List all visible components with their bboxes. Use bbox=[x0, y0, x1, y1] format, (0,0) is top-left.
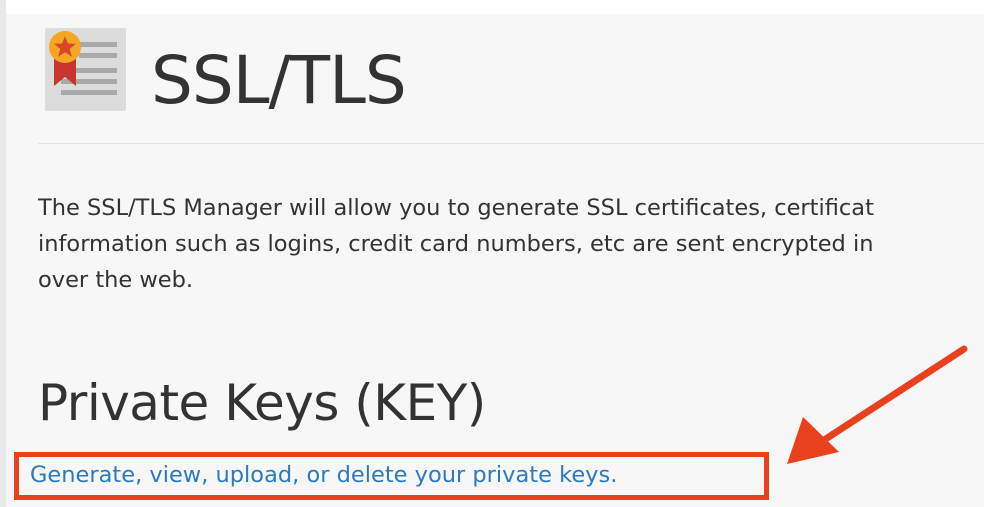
private-keys-link[interactable]: Generate, view, upload, or delete your p… bbox=[30, 460, 617, 490]
arrow-icon bbox=[787, 345, 968, 464]
private-keys-heading: Private Keys (KEY) bbox=[38, 374, 486, 432]
certificate-icon bbox=[45, 28, 126, 111]
ssl-tls-page: SSL/TLS The SSL/TLS Manager will allow y… bbox=[6, 14, 984, 507]
title-divider bbox=[38, 143, 984, 144]
page-title: SSL/TLS bbox=[151, 42, 407, 119]
page-description: The SSL/TLS Manager will allow you to ge… bbox=[38, 195, 874, 293]
